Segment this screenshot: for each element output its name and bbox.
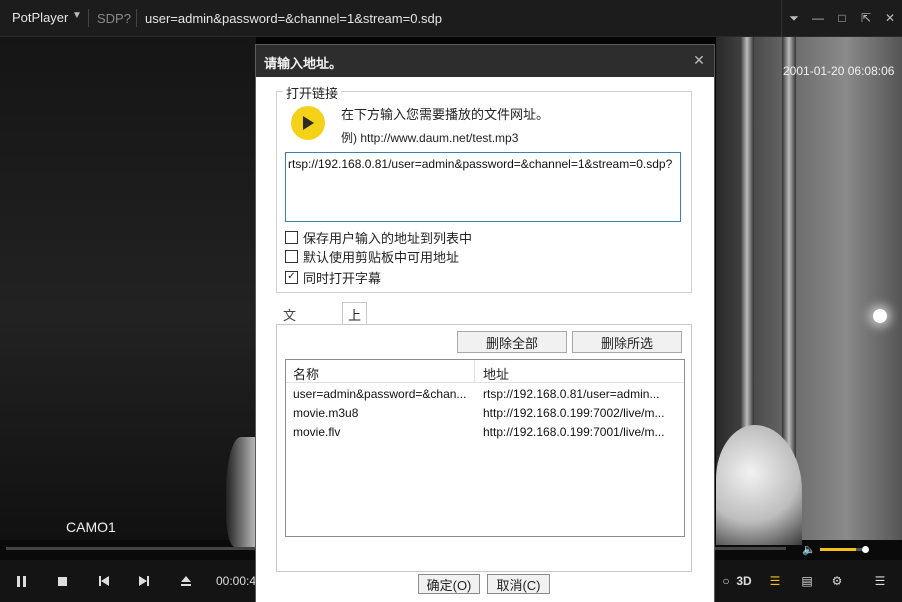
list-item[interactable]: movie.flv http://192.168.0.199:7001/live… [286,423,684,442]
prev-icon[interactable] [84,560,124,602]
menu-icon[interactable]: ☰ [865,560,895,602]
column-divider[interactable] [474,360,475,382]
document-icon[interactable]: ▤ [792,560,822,602]
open-url-dialog: 请输入地址。 ✕ 打开链接 在下方输入您需要播放的文件网址。 例) http:/… [256,45,714,602]
url-input[interactable] [285,152,681,222]
checkbox-box[interactable] [285,230,298,244]
eject-icon[interactable] [166,560,206,602]
stop-icon[interactable] [42,560,82,602]
video-frame-left [0,37,256,540]
cancel-button[interactable]: 取消(C) [487,574,550,594]
osd-camera-label: CAMO1 [66,519,116,535]
hint-text: 在下方输入您需要播放的文件网址。 [341,107,550,122]
close-icon[interactable]: ✕ [878,0,902,36]
checkbox-box[interactable] [285,249,298,263]
group-label: 打开链接 [283,83,342,102]
checkbox-label: 同时打开字幕 [303,270,382,286]
column-header-name[interactable]: 名称 [293,364,319,383]
maximize-icon[interactable]: □ [830,0,854,36]
list-item[interactable]: user=admin&password=&chan... rtsp://192.… [286,385,684,404]
column-header-address[interactable]: 地址 [483,364,509,383]
volume-slider[interactable] [820,548,868,551]
checkbox-label: 保存用户输入的地址到列表中 [303,230,473,246]
list-header: 名称 地址 [286,360,684,383]
dialog-body: 打开链接 在下方输入您需要播放的文件网址。 例) http://www.daum… [256,77,714,602]
checkmark-icon[interactable]: ✓ [285,270,298,284]
list-item[interactable]: movie.m3u8 http://192.168.0.199:7002/liv… [286,404,684,423]
open-link-group: 打开链接 在下方输入您需要播放的文件网址。 例) http://www.daum… [276,83,692,293]
list-item-name: movie.m3u8 [293,406,359,420]
3d-button[interactable]: 3D [729,560,759,602]
window-controls: ⏷ — □ ⇱ ✕ [781,0,902,36]
address-list[interactable]: 名称 地址 user=admin&password=&chan... rtsp:… [285,359,685,537]
next-icon[interactable] [124,560,164,602]
playback-time: 00:00:4 [216,574,257,588]
chevron-down-icon[interactable]: ▼ [72,10,82,21]
list-item-address: rtsp://192.168.0.81/user=admin... [483,387,660,401]
checkbox-label: 默认使用剪贴板中可用地址 [303,249,460,265]
use-clipboard-checkbox[interactable]: 默认使用剪贴板中可用地址 [285,247,459,265]
dialog-title: 请输入地址。 [264,56,343,71]
osd-timestamp: 2001-01-20 06:08:06 [783,64,895,78]
pin-icon[interactable]: ⏷ [782,0,806,36]
previous-address-pane: 删除全部 删除所选 名称 地址 user=admin&password=&cha… [276,324,692,572]
tab-file-address[interactable]: 文件地址 [278,303,301,380]
volume-knob[interactable] [862,546,869,553]
file-title: user=admin&password=&channel=1&stream=0.… [145,11,443,26]
ok-button[interactable]: 确定(O) [418,574,480,594]
title-separator [88,9,89,27]
delete-all-button[interactable]: 删除全部 [457,331,567,353]
dialog-title-bar: 请输入地址。 ✕ [256,45,714,77]
title-bar: PotPlayer ▼ SDP? user=admin&password=&ch… [0,0,902,37]
app-menu-button[interactable]: PotPlayer [12,10,68,25]
delete-selected-button[interactable]: 删除所选 [572,331,682,353]
play-icon [291,106,325,140]
list-item-address: http://192.168.0.199:7001/live/m... [483,425,665,439]
fullscreen-icon[interactable]: ⇱ [854,0,878,36]
minimize-icon[interactable]: — [806,0,830,36]
list-item-name: movie.flv [293,425,341,439]
pause-icon[interactable] [2,560,42,602]
open-subtitle-checkbox[interactable]: ✓ 同时打开字幕 [285,268,381,286]
volume-icon[interactable]: 🔈 [802,543,816,556]
tab-previous-address[interactable]: 上一地址 [342,302,368,380]
format-tag: SDP? [97,11,131,26]
video-light [873,309,887,323]
title-separator [136,9,137,27]
list-item-name: user=admin&password=&chan... [293,387,467,401]
list-item-address: http://192.168.0.199:7002/live/m... [483,406,665,420]
save-to-list-checkbox[interactable]: 保存用户输入的地址到列表中 [285,228,472,246]
volume-fill [820,548,856,551]
video-object [226,437,256,547]
gear-icon[interactable]: ⚙ [822,560,852,602]
example-text: 例) http://www.daum.net/test.mp3 [341,131,519,145]
potplayer-window: PotPlayer ▼ SDP? user=admin&password=&ch… [0,0,902,602]
close-icon[interactable]: ✕ [690,51,708,69]
playlist-search-icon[interactable]: ☰ [760,560,790,602]
